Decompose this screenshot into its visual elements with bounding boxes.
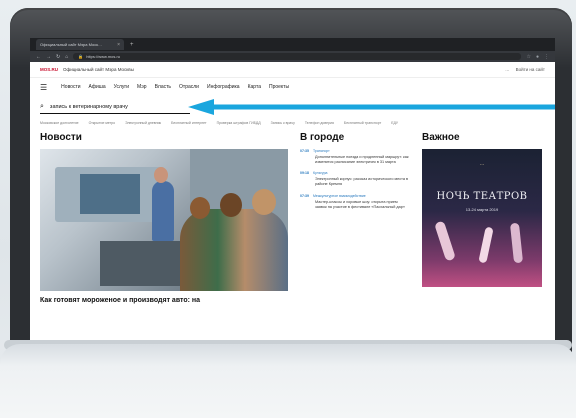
browser-tabbar: Официальный сайт Мэра Моск… × + <box>30 38 555 51</box>
search-input[interactable]: ⌕ запись к ветеринарному врачу <box>40 100 190 114</box>
nav-item[interactable]: Новости <box>61 84 80 90</box>
url-field[interactable]: 🔒 https://www.mos.ru <box>73 53 522 60</box>
hamburger-menu-icon[interactable]: ☰ <box>40 83 47 92</box>
quicklink[interactable]: Бесплатный интернет <box>171 121 207 125</box>
menu-icon[interactable]: ⋮ <box>544 54 549 60</box>
main-nav: ☰ Новости Афиша Услуги Мэр Власть Отрасл… <box>30 78 555 96</box>
address-bar: ← → ↻ ⌂ 🔒 https://www.mos.ru ☆ ● ⋮ <box>30 51 555 62</box>
news-category[interactable]: Культура <box>313 171 328 175</box>
news-time: 09:18 <box>300 171 309 176</box>
quicklink[interactable]: Телефон доверия <box>305 121 334 125</box>
site-logo[interactable]: МОS.RU <box>40 67 58 72</box>
laptop-frame: Официальный сайт Мэра Моск… × + ← → ↻ ⌂ … <box>10 8 572 364</box>
reload-icon[interactable]: ↻ <box>56 54 60 60</box>
nav-item[interactable]: Афиша <box>89 84 106 90</box>
search-value: запись к ветеринарному врачу <box>49 103 128 110</box>
nav-item[interactable]: Инфографика <box>207 84 240 90</box>
search-icon: ⌕ <box>40 102 44 110</box>
poster-date: 13-24 марта 2019 <box>465 207 499 212</box>
main-content: Новости Как готовят мороженое и производ… <box>30 128 555 305</box>
nav-item[interactable]: Карта <box>248 84 261 90</box>
important-heading: Важное <box>422 132 460 143</box>
search-row: ⌕ запись к ветеринарному врачу <box>30 96 555 118</box>
site-caption: Официальный сайт Мэра Москвы <box>63 67 134 72</box>
city-heading: В городе <box>300 132 345 143</box>
poster-title: НОЧЬ ТЕАТРОВ <box>436 191 528 202</box>
news-photo[interactable] <box>40 149 288 291</box>
quicklink[interactable]: Запись к врачу <box>271 121 295 125</box>
quicklink[interactable]: Открытие метро <box>89 121 116 125</box>
profile-icon[interactable]: ● <box>536 54 539 60</box>
new-tab-icon[interactable]: + <box>127 42 137 48</box>
home-icon[interactable]: ⌂ <box>65 54 68 60</box>
quicklink[interactable]: ЕДУ <box>391 121 398 125</box>
quicklink[interactable]: Московское долголетие <box>40 121 79 125</box>
news-headline[interactable]: Как готовят мороженое и производят авто:… <box>40 297 288 305</box>
nav-item[interactable]: Отрасли <box>179 84 199 90</box>
list-item[interactable]: 07:35 Транспорт Дополнительные поезда и п… <box>300 149 410 165</box>
news-category[interactable]: Транспорт <box>313 149 330 153</box>
forward-icon[interactable]: → <box>46 54 51 60</box>
news-category[interactable]: Межкультурное взаимодействие <box>313 194 366 198</box>
list-item[interactable]: 09:18 Культура Электронный корпус: расска… <box>300 171 410 187</box>
site-header: МОS.RU Официальный сайт Мэра Москвы … Во… <box>30 62 555 78</box>
news-heading: Новости <box>40 132 82 143</box>
tab-label: Официальный сайт Мэра Моск… <box>40 42 102 47</box>
url-text: https://www.mos.ru <box>86 54 121 59</box>
news-text: Мастер-классы и хоровые шоу: открыта при… <box>315 199 405 209</box>
login-link[interactable]: Войти на сайт <box>516 67 545 72</box>
lock-icon: 🔒 <box>78 54 84 59</box>
region-select[interactable]: … <box>505 67 510 72</box>
quicklinks: Московское долголетие Открытие метро Эле… <box>30 118 555 128</box>
news-column: Новости Как готовят мороженое и производ… <box>40 132 288 305</box>
quicklink[interactable]: Проверка штрафов ГИБДД <box>217 121 261 125</box>
news-time: 07:39 <box>300 193 309 198</box>
event-poster[interactable]: … НОЧЬ ТЕАТРОВ 13-24 марта 2019 <box>422 149 542 287</box>
news-text: Дополнительные поезда и продленный маршр… <box>315 155 409 165</box>
laptop-base <box>0 344 576 418</box>
nav-item[interactable]: Проекты <box>269 84 289 90</box>
nav-item[interactable]: Услуги <box>114 84 129 90</box>
browser-screen: Официальный сайт Мэра Моск… × + ← → ↻ ⌂ … <box>30 38 555 350</box>
news-text: Электронный корпус: рассказ историческог… <box>315 177 409 187</box>
nav-item[interactable]: Власть <box>155 84 171 90</box>
close-icon[interactable]: × <box>117 42 120 48</box>
quicklink[interactable]: Бесплатный транспорт <box>344 121 381 125</box>
poster-subtitle: … <box>479 161 485 167</box>
pointer-arrow-icon <box>188 99 555 115</box>
back-icon[interactable]: ← <box>36 54 41 60</box>
list-item[interactable]: 07:39 Межкультурное взаимодействие Мастер… <box>300 194 410 210</box>
nav-item[interactable]: Мэр <box>137 84 147 90</box>
browser-tab[interactable]: Официальный сайт Мэра Моск… × <box>36 39 124 50</box>
news-time: 07:35 <box>300 149 309 153</box>
quicklink[interactable]: Электронный дневник <box>125 121 161 125</box>
important-column: Важное … НОЧЬ ТЕАТРОВ 13-24 марта 2019 <box>422 132 542 305</box>
star-icon[interactable]: ☆ <box>526 54 530 60</box>
city-column: В городе 07:35 Транспорт Дополнительные п… <box>300 132 410 305</box>
